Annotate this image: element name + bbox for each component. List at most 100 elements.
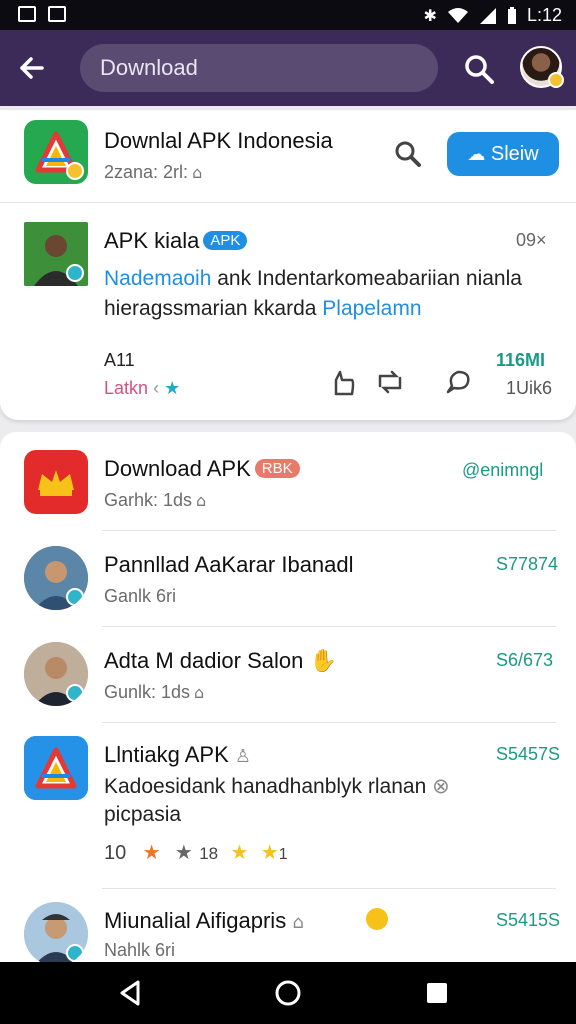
app-list: Download APK RBK Garhk: 1ds ⌂ @enimngl Pan… [0, 432, 576, 966]
list-item-subtitle: Garhk: 1ds ⌂ [104, 490, 206, 511]
home-icon: ⌂ [194, 683, 205, 702]
list-item-subtitle: Nahlk 6ri [104, 940, 176, 960]
vibrate-icon: ✱ [423, 6, 437, 25]
header-app-subtitle-text: 2zana: 2rl: [104, 162, 189, 182]
person-icon: ♙ [234, 746, 252, 767]
list-item-value: S6/673 [496, 650, 554, 670]
list-item-title: Pannllad AaKarar Ibanadl [104, 552, 354, 577]
share-icon[interactable] [374, 366, 406, 398]
divider [102, 722, 556, 723]
signal-icon [479, 7, 496, 24]
star-icon: ★ [230, 840, 249, 864]
rating-row: 10 ★ ★ 18 ★ ★1 [104, 840, 288, 865]
avatar-badge-icon [66, 588, 84, 606]
avatar-badge-icon [548, 72, 564, 88]
list-item-description-line1: Kadoesidank hanadhanblyk rlanan [104, 775, 427, 798]
post-body-line2: hieragssmarian kkarda [104, 297, 323, 320]
battery-icon [507, 6, 516, 24]
list-item-subtitle-text: Gunlk: 1ds [104, 682, 191, 702]
divider [0, 202, 576, 203]
wave-hand-icon: ✋ [309, 649, 337, 674]
list-item-title-text: Adta M dadior Salon [104, 648, 304, 673]
profile-avatar[interactable] [520, 46, 564, 88]
list-item-subtitle: Ganlk 6ri [104, 586, 177, 606]
list-item-title-text: Llntiakg APK [104, 742, 229, 767]
divider [102, 888, 556, 889]
emoji-icon [366, 908, 388, 930]
crown-logo-icon [38, 470, 74, 496]
star-icon: ★ [142, 840, 161, 864]
post-tag: APK [203, 231, 248, 250]
list-item-description: Kadoesidank hanadhanblyk rlanan ⊗ picpas… [104, 772, 450, 829]
post-size: 116MI [496, 350, 546, 370]
post-body-line1: ank Indentarkomeabariian nianla [211, 267, 522, 290]
app-badge-icon [66, 162, 84, 180]
top-app-bar: Download [0, 30, 576, 106]
list-item-title: Miunalial Aifigapris ⌂ [104, 908, 304, 934]
gallery-notification-icon [48, 6, 66, 22]
post-body: Nademaoih ank Indentarkomeabariian nianl… [104, 264, 554, 324]
divider [102, 530, 556, 531]
app-icon[interactable] [24, 120, 88, 184]
post-label-text: Latkn [104, 378, 149, 398]
divider [102, 626, 556, 627]
back-arrow-icon[interactable] [14, 50, 50, 86]
search-icon[interactable] [392, 138, 424, 170]
avatar-badge-icon [66, 944, 84, 962]
list-item-value: @enimngl [462, 460, 544, 480]
rating-value: 10 [104, 842, 127, 864]
header-app-title: Downlal APK Indonesia [104, 128, 333, 153]
status-right-icons: ✱ L:12 [424, 5, 562, 26]
post-version: 1Uik6 [506, 378, 553, 398]
nav-back-icon[interactable] [116, 978, 146, 1008]
avatar-badge-icon [66, 684, 84, 702]
list-item-title: Download APK RBK [104, 456, 300, 482]
star-icon: ★ [174, 840, 193, 864]
list-item-value: S77874 [496, 554, 559, 574]
header-app-subtitle: 2zana: 2rl: ⌂ [104, 162, 202, 183]
view-button-label: Sleiw [490, 143, 539, 165]
nav-recents-icon[interactable] [422, 978, 452, 1008]
list-item-title-text: Download APK [104, 456, 251, 481]
status-time: L:12 [526, 5, 562, 25]
avatar [24, 642, 88, 706]
wifi-icon [447, 7, 468, 23]
status-left-icons [18, 6, 66, 22]
status-bar: ✱ L:12 [0, 0, 576, 30]
post-author-avatar[interactable] [24, 222, 88, 286]
view-button[interactable]: ☁ Sleiw [447, 132, 559, 176]
list-item-title-text: Miunalial Aifigapris [104, 908, 287, 933]
post-title-text: APK kiala [104, 228, 200, 253]
avatar [24, 546, 88, 610]
list-item-tag: RBK [254, 459, 300, 478]
nav-home-icon[interactable] [273, 978, 303, 1008]
avatar-badge-icon [66, 264, 84, 282]
avatar [24, 902, 88, 966]
list-item-title: Adta M dadior Salon ✋ [104, 648, 337, 674]
list-item-value: S5457S [496, 744, 561, 764]
post-body-link[interactable]: Plapelamn [322, 297, 421, 320]
app-icon [24, 450, 88, 514]
star-icon: ★ [164, 378, 181, 399]
list-item-value: S5415S [496, 910, 561, 930]
list-item-subtitle-text: Garhk: 1ds [104, 490, 193, 510]
search-input[interactable]: Download [80, 44, 438, 92]
search-icon[interactable] [462, 52, 496, 86]
star-icon: ★ [260, 840, 279, 864]
image-notification-icon [18, 6, 36, 22]
post-body-accent: Nademaoih [104, 267, 212, 290]
rating-value-3: 1 [278, 846, 288, 863]
post-count: A11 [104, 350, 135, 370]
apk-logo-icon [24, 736, 88, 800]
hand-like-icon[interactable] [328, 366, 360, 398]
home-icon: ⌂ [192, 163, 203, 182]
home-icon: ⌂ [196, 491, 207, 510]
rating-value-2: 18 [199, 844, 219, 863]
home-icon: ⌂ [292, 912, 304, 933]
system-navigation-bar [0, 962, 576, 1024]
app-icon [24, 736, 88, 800]
comment-icon[interactable] [442, 366, 474, 398]
list-item-description-line2: picpasia [104, 803, 182, 826]
close-button[interactable]: 09× [516, 230, 547, 251]
list-item-title: Llntiakg APK ♙ [104, 742, 251, 768]
